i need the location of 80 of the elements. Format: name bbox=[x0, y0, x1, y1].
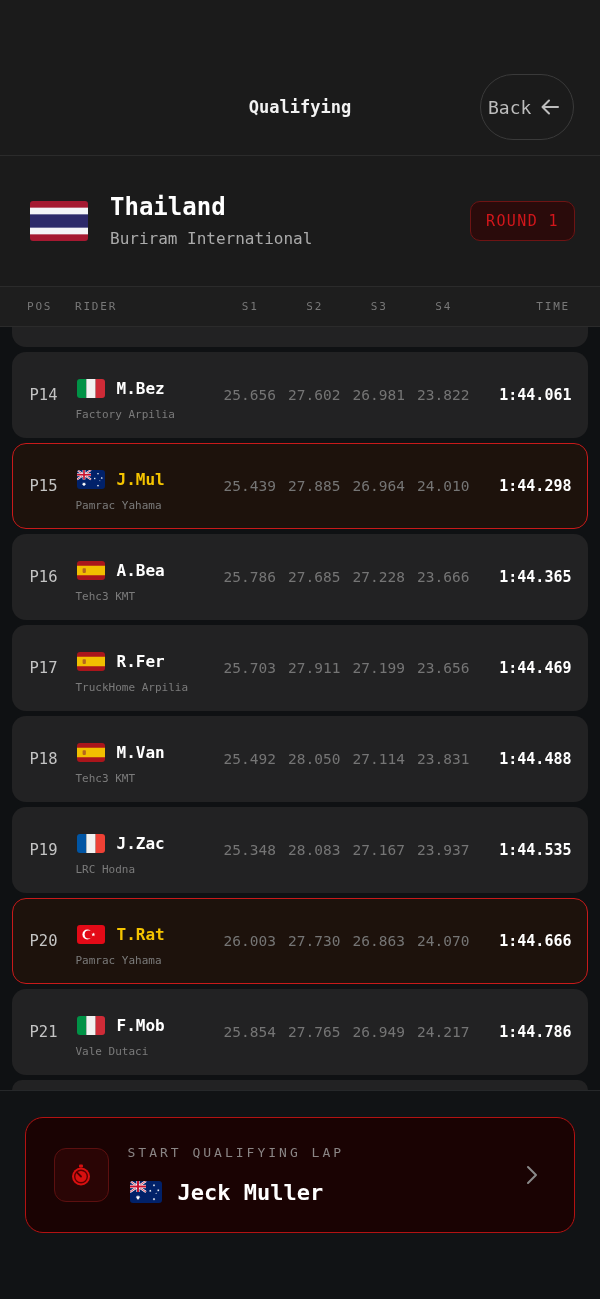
sector-time: 23.656 bbox=[416, 660, 471, 676]
rider-name: R.Fer bbox=[116, 651, 165, 671]
sector-time: 26.949 bbox=[351, 1024, 406, 1040]
start-lap-button[interactable]: START QUALIFYING LAP Jeck Muller bbox=[25, 1117, 575, 1233]
lap-time: 1:44.666 bbox=[498, 932, 572, 950]
team-name: Pamrac Yahama bbox=[75, 499, 163, 513]
column-header: S2 bbox=[305, 300, 325, 313]
sector-time: 27.730 bbox=[287, 933, 342, 949]
team-name: Vale Dutaci bbox=[75, 1045, 150, 1059]
rider-name: F.Mob bbox=[116, 1015, 165, 1035]
rider-name: M.Van bbox=[116, 742, 165, 762]
team-name: LRC Hodna bbox=[75, 863, 137, 877]
sector-time: 27.114 bbox=[351, 751, 406, 767]
position-text: P20 bbox=[29, 932, 59, 950]
rider-name: A.Bea bbox=[116, 560, 165, 580]
lap-time: 1:44.365 bbox=[498, 568, 572, 586]
stopwatch-icon bbox=[53, 1148, 109, 1202]
sector-time: 27.765 bbox=[287, 1024, 342, 1040]
rider-name: M.Bez bbox=[116, 378, 165, 398]
lap-time: 1:44.535 bbox=[498, 841, 572, 859]
column-header: S4 bbox=[434, 300, 454, 313]
sector-time: 25.786 bbox=[222, 569, 277, 585]
sector-time: 26.863 bbox=[351, 933, 406, 949]
rider-name: T.Rat bbox=[116, 924, 165, 944]
circuit-name: Buriram International bbox=[110, 229, 313, 249]
team-name: TruckHome Arpilia bbox=[75, 681, 190, 695]
position-text: P19 bbox=[29, 841, 59, 859]
sector-time: 27.885 bbox=[287, 478, 342, 494]
sector-time: 24.070 bbox=[416, 933, 471, 949]
sector-time: 23.822 bbox=[416, 387, 471, 403]
team-name: Factory Arpilia bbox=[75, 408, 176, 422]
arrow-left-icon bbox=[541, 99, 560, 115]
sector-time: 25.439 bbox=[222, 478, 277, 494]
sector-time: 25.854 bbox=[222, 1024, 277, 1040]
lap-time: 1:44.061 bbox=[498, 386, 572, 404]
sector-time: 25.703 bbox=[222, 660, 277, 676]
lap-time: 1:44.786 bbox=[498, 1023, 572, 1041]
chevron-right-icon bbox=[526, 1165, 538, 1185]
team-name: Tehc3 KMT bbox=[75, 772, 137, 786]
sector-time: 24.217 bbox=[416, 1024, 471, 1040]
column-header: S3 bbox=[369, 300, 389, 313]
position-text: P17 bbox=[29, 659, 59, 677]
sector-time: 26.003 bbox=[222, 933, 277, 949]
sector-time: 24.010 bbox=[416, 478, 471, 494]
sector-time: 27.911 bbox=[287, 660, 342, 676]
back-button[interactable]: Back bbox=[480, 74, 574, 140]
country-name: Thailand bbox=[110, 193, 227, 221]
column-header: RIDER bbox=[75, 300, 119, 313]
sector-time: 28.050 bbox=[287, 751, 342, 767]
sector-time: 23.831 bbox=[416, 751, 471, 767]
sector-time: 27.685 bbox=[287, 569, 342, 585]
team-name: Tehc3 KMT bbox=[75, 590, 137, 604]
sector-time: 26.981 bbox=[351, 387, 406, 403]
sector-time: 25.348 bbox=[222, 842, 277, 858]
position-text: P15 bbox=[29, 477, 59, 495]
column-header: S1 bbox=[240, 300, 260, 313]
rider-name: J.Mul bbox=[116, 469, 165, 489]
lap-time: 1:44.488 bbox=[498, 750, 572, 768]
sector-time: 23.666 bbox=[416, 569, 471, 585]
position-text: P18 bbox=[29, 750, 59, 768]
lap-time: 1:44.469 bbox=[498, 659, 572, 677]
sector-time: 25.492 bbox=[222, 751, 277, 767]
sector-time: 27.199 bbox=[351, 660, 406, 676]
sector-time: 23.937 bbox=[416, 842, 471, 858]
position-text: P21 bbox=[29, 1023, 59, 1041]
column-header: TIME bbox=[535, 300, 570, 313]
round-badge: ROUND 1 bbox=[470, 201, 575, 241]
sector-time: 26.964 bbox=[351, 478, 406, 494]
position-text: P14 bbox=[29, 386, 59, 404]
lap-time: 1:44.298 bbox=[498, 477, 572, 495]
sector-time: 28.083 bbox=[287, 842, 342, 858]
sector-time: 27.167 bbox=[351, 842, 406, 858]
team-name: Pamrac Yahama bbox=[75, 954, 163, 968]
sector-time: 27.602 bbox=[287, 387, 342, 403]
rider-name: J.Zac bbox=[116, 833, 165, 853]
sector-time: 25.656 bbox=[222, 387, 277, 403]
column-header: POS bbox=[27, 300, 54, 313]
position-text: P16 bbox=[29, 568, 59, 586]
sector-time: 27.228 bbox=[351, 569, 406, 585]
page-title: Qualifying bbox=[248, 97, 352, 117]
